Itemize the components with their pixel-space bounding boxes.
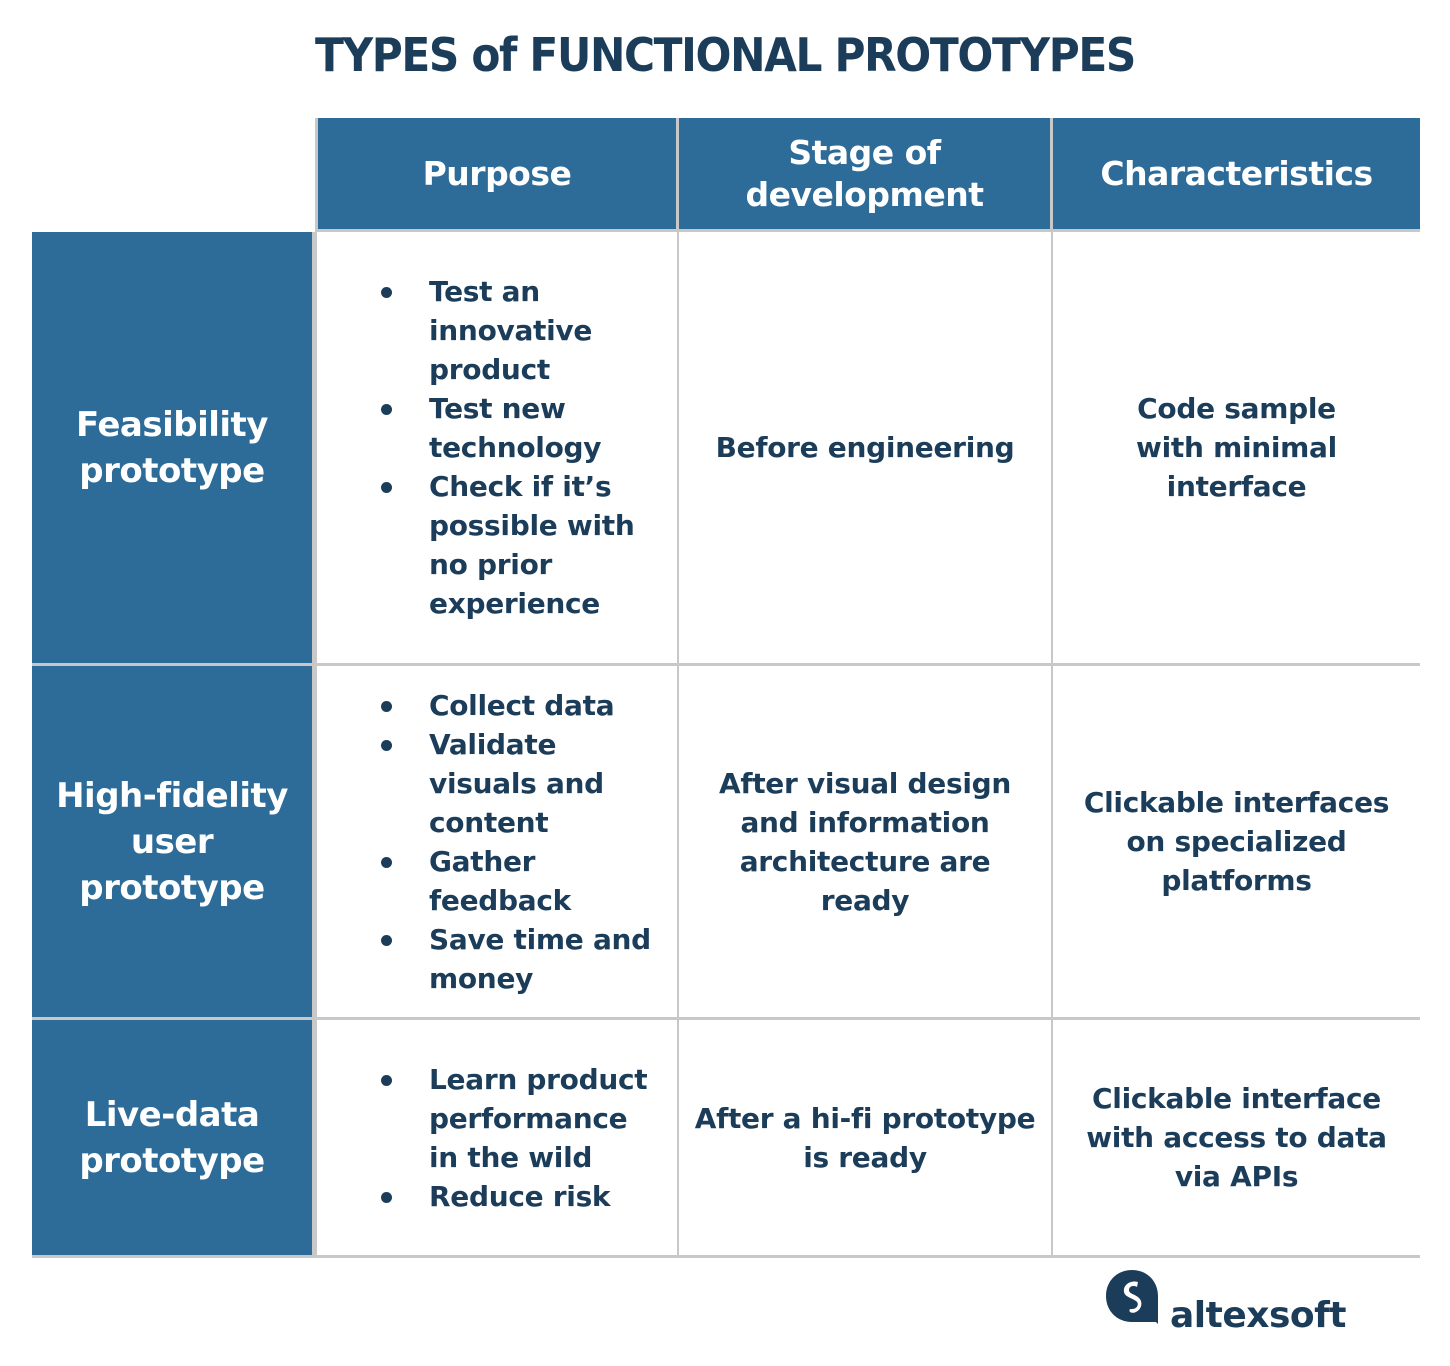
list-item: Collect data bbox=[381, 686, 657, 725]
purpose-list: Test an innovative product Test new tech… bbox=[317, 272, 677, 623]
row-header-feasibility: Feasibility prototype bbox=[32, 232, 315, 666]
page-title: TYPES of FUNCTIONAL PROTOTYPES bbox=[314, 28, 1136, 82]
list-item: Test an innovative product bbox=[381, 272, 663, 389]
column-header-purpose: Purpose bbox=[315, 118, 679, 232]
row-header-live-data: Live-data prototype bbox=[32, 1020, 315, 1258]
column-header-stage: Stage of development bbox=[679, 118, 1053, 232]
list-item: Validate visuals and content bbox=[381, 725, 657, 842]
purpose-list: Collect data Validate visuals and conten… bbox=[317, 686, 677, 998]
characteristics-cell-high-fidelity: Clickable interfaces on specialized plat… bbox=[1053, 666, 1420, 1020]
purpose-list: Learn product performance in the wild Re… bbox=[317, 1060, 677, 1216]
list-item: Learn product performance in the wild bbox=[381, 1060, 657, 1177]
list-item: Gather feedback bbox=[381, 842, 657, 920]
list-item: Save time and money bbox=[381, 920, 657, 998]
purpose-cell-live-data: Learn product performance in the wild Re… bbox=[315, 1020, 679, 1258]
list-item: Test new technology bbox=[381, 389, 663, 467]
purpose-cell-high-fidelity: Collect data Validate visuals and conten… bbox=[315, 666, 679, 1020]
stage-cell-live-data: After a hi-fi prototype is ready bbox=[679, 1020, 1053, 1258]
row-header-high-fidelity: High-fidelity user prototype bbox=[32, 666, 315, 1020]
altexsoft-wordmark: altexsoft bbox=[1170, 1295, 1347, 1336]
characteristics-cell-live-data: Clickable interface with access to data … bbox=[1053, 1020, 1420, 1258]
altexsoft-logo-icon bbox=[1104, 1268, 1160, 1332]
altexsoft-logo: altexsoft bbox=[1104, 1268, 1347, 1336]
characteristics-cell-feasibility: Code sample with minimal interface bbox=[1053, 232, 1420, 666]
column-header-characteristics: Characteristics bbox=[1053, 118, 1420, 232]
stage-cell-high-fidelity: After visual design and information arch… bbox=[679, 666, 1053, 1020]
list-item: Check if it’s possible with no prior exp… bbox=[381, 467, 663, 623]
purpose-cell-feasibility: Test an innovative product Test new tech… bbox=[315, 232, 679, 666]
list-item: Reduce risk bbox=[381, 1177, 657, 1216]
stage-cell-feasibility: Before engineering bbox=[679, 232, 1053, 666]
